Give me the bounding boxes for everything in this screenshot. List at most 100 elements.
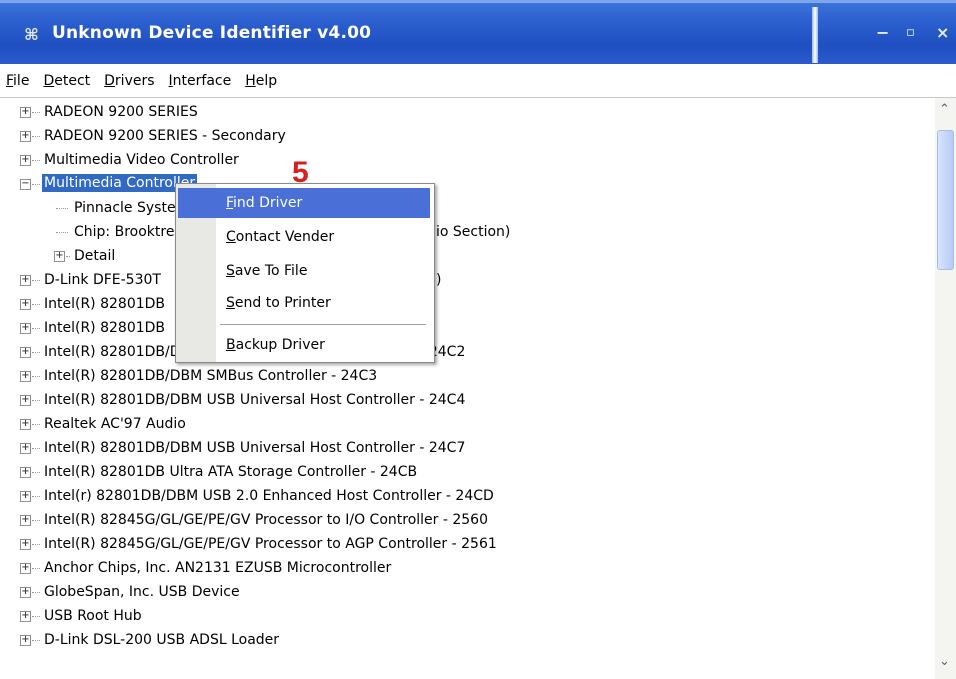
menu-help-label: elp xyxy=(255,72,278,89)
menu-file-accel: F xyxy=(6,72,14,89)
title-bar[interactable]: ⌘ Unknown Device Identifier v4.00 − ▫ × xyxy=(0,0,956,64)
expand-icon[interactable]: + xyxy=(20,491,31,502)
expand-icon[interactable]: + xyxy=(20,347,31,358)
menu-bar: File Detect Drivers Interface Help xyxy=(0,64,956,98)
scroll-down-icon[interactable]: ⌄ xyxy=(939,654,950,669)
menu-detect-accel: D xyxy=(43,72,55,89)
expand-icon[interactable]: + xyxy=(20,563,31,574)
tree-item-label: D-Link DFE-530T xyxy=(44,272,161,288)
tree-item-label: Detail xyxy=(74,248,116,264)
context-menu: Find Driver Contact Vender Save To File … xyxy=(175,183,435,363)
send-to-printer-label: end to Printer xyxy=(234,295,331,311)
expand-icon[interactable]: + xyxy=(20,275,31,286)
tree-connector xyxy=(32,616,40,617)
expand-icon[interactable]: + xyxy=(20,371,31,382)
menu-interface-label: nterface xyxy=(172,72,232,89)
tree-connector xyxy=(32,400,40,401)
tree-item-label: D-Link DSL-200 USB ADSL Loader xyxy=(44,632,280,648)
tree-connector xyxy=(32,160,40,161)
tree-connector xyxy=(56,232,68,233)
tree-connector xyxy=(66,256,70,257)
tree-item-label: Anchor Chips, Inc. AN2131 EZUSB Microcon… xyxy=(44,560,392,576)
tree-connector xyxy=(32,496,40,497)
menu-file[interactable]: File xyxy=(6,73,29,89)
find-driver-menu-item[interactable]: Find Driver xyxy=(178,188,430,218)
backup-driver-label: ackup Driver xyxy=(235,337,325,353)
expand-icon[interactable]: + xyxy=(20,515,31,526)
tree-item-label: Intel(R) 82801DB xyxy=(44,320,166,336)
expand-icon[interactable]: + xyxy=(20,611,31,622)
contact-vender-accel: C xyxy=(226,229,236,245)
menu-interface[interactable]: Interface xyxy=(169,73,232,89)
menu-help-accel: H xyxy=(245,72,256,89)
find-driver-accel: F xyxy=(226,195,234,211)
tree-connector xyxy=(32,424,40,425)
tree-connector xyxy=(56,208,68,209)
tree-connector xyxy=(32,136,40,137)
minimize-button[interactable]: − xyxy=(876,23,889,42)
device-tree[interactable]: + RADEON 9200 SERIES + RADEON 9200 SERIE… xyxy=(0,98,935,679)
scrollbar-thumb[interactable] xyxy=(937,130,954,270)
menu-help[interactable]: Help xyxy=(245,73,277,89)
save-to-file-label: ave To File xyxy=(234,263,308,279)
tree-item-label: Intel(R) 82801DB/DBM USB Universal Host … xyxy=(44,440,466,456)
save-to-file-menu-item[interactable]: Save To File xyxy=(178,256,430,286)
tree-connector xyxy=(32,640,40,641)
expand-icon[interactable]: + xyxy=(54,251,65,262)
tree-connector xyxy=(32,112,40,113)
maximize-button[interactable]: ▫ xyxy=(906,25,915,40)
menu-drivers[interactable]: Drivers xyxy=(104,73,154,89)
tree-item-label: Intel(R) 82801DB/DBM USB Universal Host … xyxy=(44,392,466,408)
contact-vender-label: ontact Vender xyxy=(235,229,335,245)
send-to-printer-accel: S xyxy=(226,295,235,311)
expand-icon[interactable]: + xyxy=(20,539,31,550)
tree-item-label: Realtek AC'97 Audio xyxy=(44,416,186,432)
expand-icon[interactable]: + xyxy=(20,635,31,646)
send-to-printer-menu-item[interactable]: Send to Printer xyxy=(178,288,430,318)
tree-connector xyxy=(32,304,40,305)
tree-connector xyxy=(32,520,40,521)
tree-item-label: Intel(R) 82801DB/DBM SMBus Controller - … xyxy=(44,368,378,384)
tree-connector xyxy=(32,448,40,449)
tree-item-label: Intel(R) 82845G/GL/GE/PE/GV Processor to… xyxy=(44,512,489,528)
menu-drivers-accel: D xyxy=(104,72,115,89)
menu-detect[interactable]: Detect xyxy=(43,73,90,89)
scroll-up-icon[interactable]: ⌃ xyxy=(939,102,950,117)
tree-connector xyxy=(32,568,40,569)
save-to-file-accel: S xyxy=(226,263,235,279)
tree-item-label: Multimedia Video Controller xyxy=(44,152,239,168)
expand-icon[interactable]: + xyxy=(20,443,31,454)
tree-connector xyxy=(32,544,40,545)
context-menu-separator xyxy=(220,324,426,325)
close-button[interactable]: × xyxy=(936,23,949,42)
tree-item-label: GlobeSpan, Inc. USB Device xyxy=(44,584,240,600)
find-driver-label: ind Driver xyxy=(233,195,303,211)
contact-vender-menu-item[interactable]: Contact Vender xyxy=(178,222,430,252)
tree-item-label: Intel(r) 82801DB/DBM USB 2.0 Enhanced Ho… xyxy=(44,488,494,504)
expand-icon[interactable]: + xyxy=(20,587,31,598)
expand-icon[interactable]: + xyxy=(20,299,31,310)
expand-icon[interactable]: + xyxy=(20,323,31,334)
tree-connector xyxy=(32,280,40,281)
expand-icon[interactable]: + xyxy=(20,419,31,430)
vertical-scrollbar[interactable]: ⌃ ⌄ xyxy=(935,98,956,679)
tree-connector xyxy=(32,472,40,473)
tree-connector xyxy=(32,328,40,329)
tree-item-label: Multimedia Controller xyxy=(42,174,198,192)
tree-connector xyxy=(32,352,40,353)
tree-item-label: Intel(R) 82845G/GL/GE/PE/GV Processor to… xyxy=(44,536,497,552)
tree-item-label: USB Root Hub xyxy=(44,608,142,624)
expand-icon[interactable]: + xyxy=(20,395,31,406)
collapse-icon[interactable]: − xyxy=(20,179,31,190)
expand-icon[interactable]: + xyxy=(20,467,31,478)
expand-icon[interactable]: + xyxy=(20,107,31,118)
tree-item-label-tail: io Section) xyxy=(436,224,511,240)
tree-item-label: RADEON 9200 SERIES xyxy=(44,104,198,120)
backup-driver-menu-item[interactable]: Backup Driver xyxy=(178,330,430,360)
app-icon[interactable]: ⌘ xyxy=(24,25,39,44)
tree-item-label: Intel(R) 82801DB xyxy=(44,296,166,312)
tree-connector xyxy=(32,376,40,377)
tree-item-label-tail: ) xyxy=(436,272,442,288)
expand-icon[interactable]: + xyxy=(20,155,31,166)
expand-icon[interactable]: + xyxy=(20,131,31,142)
